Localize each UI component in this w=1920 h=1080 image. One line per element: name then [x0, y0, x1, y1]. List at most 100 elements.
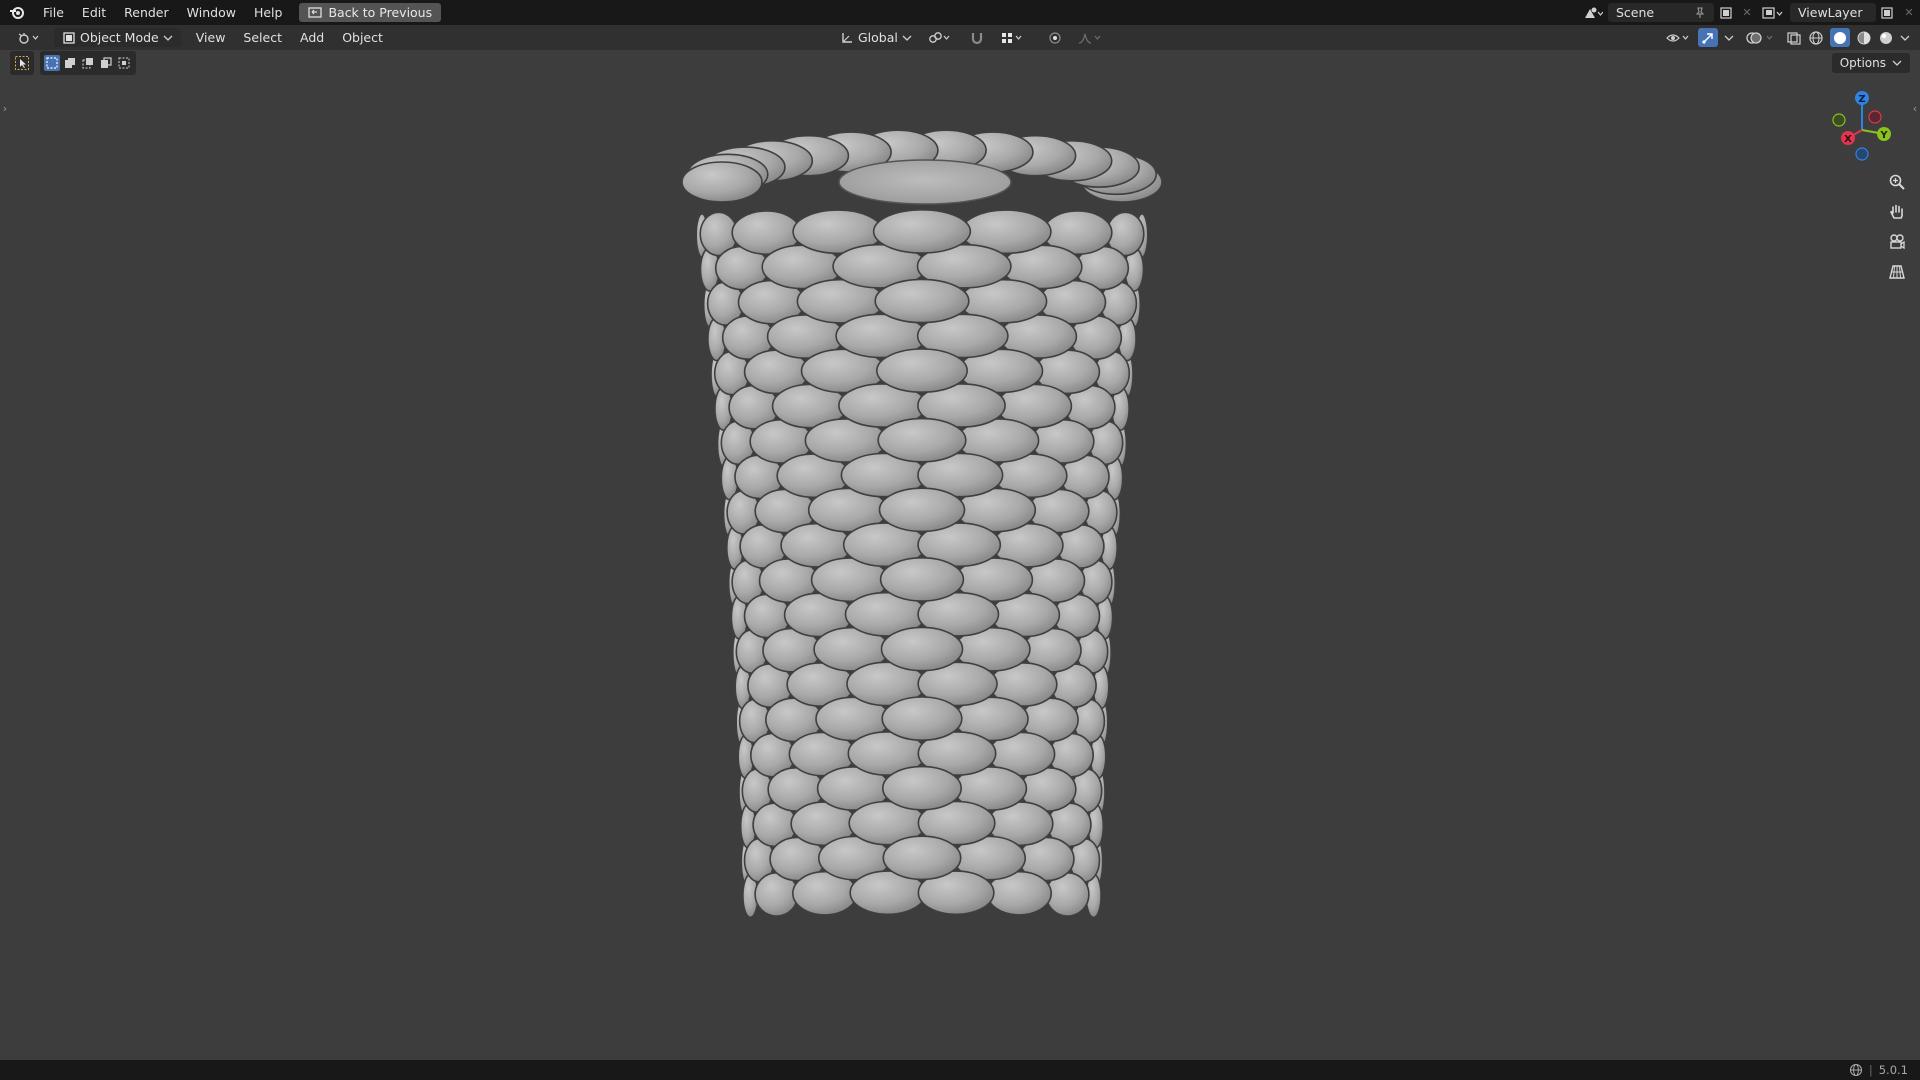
falloff-curve-icon — [1078, 31, 1104, 45]
screen-back-icon — [308, 6, 323, 19]
delete-view-layer-icon[interactable]: ✕ — [1898, 6, 1920, 19]
3d-viewport[interactable] — [0, 50, 1920, 1060]
overlays-icon[interactable] — [1746, 31, 1776, 45]
chevron-down-icon — [1892, 59, 1902, 67]
options-dropdown[interactable]: Options — [1831, 53, 1910, 73]
corn-kernel — [877, 417, 967, 463]
gizmo-z-label: Z — [1858, 94, 1865, 105]
toolbar-expand-arrow-icon[interactable]: › — [0, 100, 10, 116]
status-separator: | — [1868, 1063, 1873, 1077]
select-tool-button[interactable] — [10, 51, 34, 75]
object-visibility-icon[interactable] — [1666, 31, 1692, 45]
menu-file[interactable]: File — [34, 0, 73, 25]
viewport-shading-controls — [1666, 28, 1910, 47]
gizmo-neg-x[interactable] — [1868, 110, 1882, 124]
zoom-view-icon[interactable] — [1884, 169, 1910, 195]
shading-material-icon[interactable] — [1856, 30, 1872, 46]
globe-icon — [1849, 1063, 1863, 1077]
cursor-select-icon — [14, 55, 30, 71]
top-right-controls: Scene ✕ ViewLayer ✕ — [1578, 0, 1920, 25]
pivot-point-dropdown[interactable] — [922, 28, 960, 47]
menu-select[interactable]: Select — [234, 30, 291, 45]
transform-orientation-label: Global — [858, 30, 898, 45]
shading-wireframe-icon[interactable] — [1808, 30, 1824, 46]
corn-kernel — [878, 487, 966, 533]
version-label: 5.0.1 — [1878, 1063, 1908, 1077]
blender-logo-icon[interactable] — [0, 0, 34, 25]
proportional-editing-icon — [1048, 31, 1062, 45]
gizmo-toggle-icon[interactable] — [1698, 28, 1718, 47]
view-layer-selector-icon[interactable] — [1756, 6, 1790, 20]
camera-view-icon[interactable] — [1884, 229, 1910, 255]
new-view-layer-icon[interactable] — [1876, 6, 1898, 20]
editor-type-icon — [16, 31, 42, 45]
shading-rendered-icon[interactable] — [1878, 30, 1894, 46]
corn-kernel — [875, 348, 968, 394]
scene-selector-icon[interactable] — [1578, 6, 1608, 20]
object-mode-dropdown[interactable]: Object Mode — [54, 28, 181, 47]
top-menu-bar: File Edit Render Window Help Back to Pre… — [0, 0, 1920, 25]
select-intersect-icon[interactable] — [116, 55, 132, 71]
back-to-previous-label: Back to Previous — [328, 5, 433, 20]
selection-mode-group — [40, 51, 136, 75]
delete-scene-icon[interactable]: ✕ — [1738, 6, 1756, 19]
version-info: | 5.0.1 — [1849, 1060, 1908, 1080]
pan-hand-icon[interactable] — [1884, 199, 1910, 225]
menu-help[interactable]: Help — [245, 0, 292, 25]
corn-kernel — [874, 278, 970, 324]
new-scene-icon[interactable] — [1714, 6, 1738, 20]
scene-name-field[interactable]: Scene — [1608, 3, 1714, 22]
menu-object[interactable]: Object — [333, 30, 392, 45]
menu-add[interactable]: Add — [291, 30, 333, 45]
gizmo-y-label: Y — [1879, 130, 1888, 141]
cob-top-cap — [838, 159, 1012, 205]
select-invert-icon[interactable] — [98, 55, 114, 71]
corn-kernel — [882, 835, 962, 881]
object-mode-icon — [62, 31, 76, 45]
proportional-editing-toggle[interactable] — [1042, 28, 1068, 47]
select-subtract-icon[interactable] — [80, 55, 96, 71]
corn-kernel — [880, 626, 964, 672]
status-bar: | 5.0.1 — [0, 1060, 1920, 1080]
navigation-gizmo[interactable]: Z Y X — [1826, 84, 1912, 170]
view-layer-field[interactable]: ViewLayer — [1790, 3, 1876, 22]
corn-kernel-top — [681, 161, 763, 203]
snap-toggle[interactable] — [964, 28, 990, 47]
transform-orientation-dropdown[interactable]: Global — [834, 28, 918, 47]
corn-cob-mesh[interactable] — [0, 50, 1920, 1060]
chevron-down-icon — [902, 34, 912, 42]
menu-render[interactable]: Render — [115, 0, 178, 25]
transform-controls: Global — [834, 28, 1110, 47]
viewport-header: Object Mode View Select Add Object Globa… — [0, 25, 1920, 50]
proportional-falloff-dropdown[interactable] — [1072, 28, 1110, 47]
chevron-down-icon — [163, 34, 173, 42]
menu-view[interactable]: View — [187, 30, 235, 45]
tool-settings-row — [10, 51, 136, 75]
editor-type-button[interactable] — [10, 28, 48, 47]
gizmo-x-label: X — [1844, 134, 1852, 145]
menu-window[interactable]: Window — [178, 0, 245, 25]
shading-dropdown-icon[interactable] — [1900, 34, 1910, 42]
back-to-previous-button[interactable]: Back to Previous — [299, 3, 442, 22]
xray-toggle-icon[interactable] — [1786, 31, 1802, 45]
perspective-grid-icon[interactable] — [1884, 259, 1910, 285]
shading-solid-icon[interactable] — [1830, 28, 1850, 47]
corn-kernels — [681, 129, 1163, 919]
corn-kernel — [881, 696, 963, 742]
magnet-icon — [970, 31, 984, 45]
orientation-axes-icon — [840, 31, 854, 45]
select-extend-icon[interactable] — [62, 55, 78, 71]
corn-kernel — [872, 208, 972, 254]
pivot-point-icon — [928, 31, 954, 45]
gizmo-dropdown-icon[interactable] — [1724, 34, 1734, 42]
view-layer-name: ViewLayer — [1798, 5, 1863, 20]
corn-kernel — [881, 765, 962, 811]
gizmo-neg-z[interactable] — [1855, 147, 1869, 161]
select-new-icon[interactable] — [44, 55, 60, 71]
object-mode-label: Object Mode — [80, 30, 159, 45]
pin-icon[interactable] — [1694, 6, 1706, 19]
snap-target-dropdown[interactable] — [994, 28, 1032, 47]
menu-edit[interactable]: Edit — [73, 0, 115, 25]
scene-name: Scene — [1616, 5, 1655, 20]
gizmo-neg-y[interactable] — [1832, 113, 1846, 127]
